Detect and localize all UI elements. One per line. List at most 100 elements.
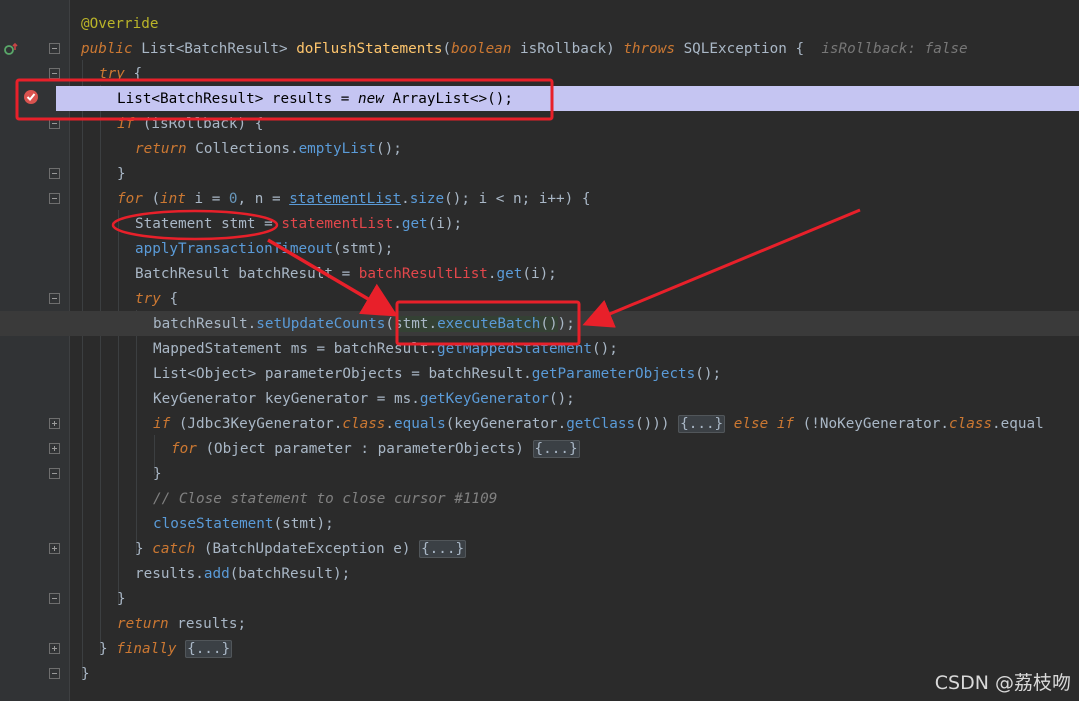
code-line[interactable]: if (isRollback) {: [0, 111, 1079, 136]
code-token: (batchResult);: [229, 566, 351, 582]
code-line[interactable]: try {: [0, 61, 1079, 86]
fold-icon[interactable]: [49, 293, 60, 304]
fold-icon[interactable]: [49, 668, 60, 679]
code-token: public: [81, 41, 142, 57]
fold-icon[interactable]: [49, 443, 60, 454]
code-line[interactable]: List<BatchResult> results = new ArrayLis…: [56, 86, 1079, 111]
code-token: 0: [228, 191, 238, 207]
folded-code-chip[interactable]: {...}: [678, 415, 726, 433]
code-text: KeyGenerator keyGenerator = ms.getKeyGen…: [153, 389, 575, 409]
code-text: @Override: [81, 14, 158, 34]
code-line[interactable]: }: [0, 161, 1079, 186]
code-token: for: [171, 441, 206, 457]
code-token: (): [540, 316, 558, 332]
code-line[interactable]: BatchResult batchResult = batchResultLis…: [0, 261, 1079, 286]
code-token: (: [151, 191, 161, 207]
code-token: try: [135, 291, 170, 307]
code-line[interactable]: closeStatement(stmt);: [0, 511, 1079, 536]
code-token: return: [117, 616, 178, 632]
code-token: results.: [135, 566, 204, 582]
code-token: emptyList: [298, 141, 377, 157]
code-token: statementList: [289, 191, 402, 207]
folded-code-chip[interactable]: {...}: [185, 640, 233, 658]
code-token: else if: [733, 416, 803, 432]
code-token: boolean: [451, 41, 521, 57]
code-token: (isRollback) {: [142, 116, 264, 132]
code-token: try: [99, 66, 134, 82]
code-line[interactable]: KeyGenerator keyGenerator = ms.getKeyGen…: [0, 386, 1079, 411]
code-text: batchResult.setUpdateCounts(stmt.execute…: [153, 314, 575, 334]
code-line[interactable]: try {: [0, 286, 1079, 311]
folded-code-chip[interactable]: {...}: [419, 540, 467, 558]
code-token: equals: [394, 416, 446, 432]
code-token: ();: [548, 391, 575, 407]
fold-icon[interactable]: [49, 643, 60, 654]
folded-code-chip[interactable]: {...}: [532, 440, 580, 458]
code-editor[interactable]: @Override public List<BatchResult> doFlus…: [0, 0, 1079, 701]
breakpoint-icon[interactable]: [23, 89, 39, 105]
code-token: BatchResult batchResult =: [135, 266, 359, 282]
override-icon[interactable]: [4, 42, 18, 56]
code-line[interactable]: // Close statement to close cursor #1109: [0, 486, 1079, 511]
code-text: for (Object parameter : parameterObjects…: [171, 439, 580, 459]
code-line[interactable]: batchResult.setUpdateCounts(stmt.execute…: [0, 311, 1079, 336]
fold-icon[interactable]: [49, 543, 60, 554]
code-line[interactable]: List<Object> parameterObjects = batchRes…: [0, 361, 1079, 386]
code-text: return results;: [117, 614, 246, 634]
fold-icon[interactable]: [49, 43, 60, 54]
code-text: }: [153, 464, 162, 484]
code-token: add: [203, 566, 230, 582]
code-line[interactable]: for (Object parameter : parameterObjects…: [0, 436, 1079, 461]
fold-icon[interactable]: [49, 418, 60, 429]
code-token: // Close statement to close cursor #1109: [153, 491, 498, 507]
code-line[interactable]: MappedStatement ms = batchResult.getMapp…: [0, 336, 1079, 361]
code-line[interactable]: @Override: [0, 11, 1079, 36]
fold-icon[interactable]: [49, 168, 60, 179]
code-line[interactable]: results.add(batchResult);: [0, 561, 1079, 586]
code-line[interactable]: }: [0, 661, 1079, 686]
fold-icon[interactable]: [49, 118, 60, 129]
code-token: return: [135, 141, 196, 157]
code-token: (Jdbc3KeyGenerator.: [178, 416, 343, 432]
code-text: }: [117, 589, 126, 609]
code-line[interactable]: }: [0, 586, 1079, 611]
code-token: finally: [116, 641, 186, 657]
code-token: .: [401, 191, 410, 207]
code-token: (: [442, 41, 452, 57]
code-line[interactable]: } finally {...}: [0, 636, 1079, 661]
code-token: get: [401, 216, 428, 232]
code-token: size: [409, 191, 445, 207]
code-line[interactable]: public List<BatchResult> doFlushStatemen…: [0, 36, 1079, 61]
code-text: Statement stmt = statementList.get(i);: [135, 214, 462, 234]
code-token: (keyGenerator.: [445, 416, 567, 432]
code-text: // Close statement to close cursor #1109: [153, 489, 497, 509]
code-token: KeyGenerator keyGenerator = ms.: [153, 391, 420, 407]
code-token: }: [117, 591, 126, 607]
code-line[interactable]: Statement stmt = statementList.get(i);: [0, 211, 1079, 236]
code-line[interactable]: } catch (BatchUpdateException e) {...}: [0, 536, 1079, 561]
code-text: } finally {...}: [99, 639, 233, 659]
code-line[interactable]: return results;: [0, 611, 1079, 636]
code-token: .: [393, 216, 402, 232]
code-text: BatchResult batchResult = batchResultLis…: [135, 264, 557, 284]
code-token: (stmt);: [332, 241, 394, 257]
fold-icon[interactable]: [49, 593, 60, 604]
code-token: statementList: [281, 216, 394, 232]
code-token: batchResultList: [358, 266, 488, 282]
code-line[interactable]: return Collections.emptyList();: [0, 136, 1079, 161]
code-token: }: [153, 466, 162, 482]
code-token: class: [948, 416, 993, 432]
code-token: ();: [376, 141, 402, 157]
code-token: (: [385, 316, 395, 332]
code-token: (!NoKeyGenerator.: [802, 416, 949, 432]
code-token: getClass: [566, 416, 636, 432]
code-line[interactable]: }: [0, 461, 1079, 486]
fold-icon[interactable]: [49, 193, 60, 204]
code-line[interactable]: applyTransactionTimeout(stmt);: [0, 236, 1079, 261]
fold-icon[interactable]: [49, 468, 60, 479]
fold-icon[interactable]: [49, 68, 60, 79]
code-line[interactable]: for (int i = 0, n = statementList.size()…: [0, 186, 1079, 211]
code-token: isRollback): [520, 41, 624, 57]
code-token: , n =: [237, 191, 290, 207]
code-line[interactable]: if (Jdbc3KeyGenerator.class.equals(keyGe…: [0, 411, 1079, 436]
